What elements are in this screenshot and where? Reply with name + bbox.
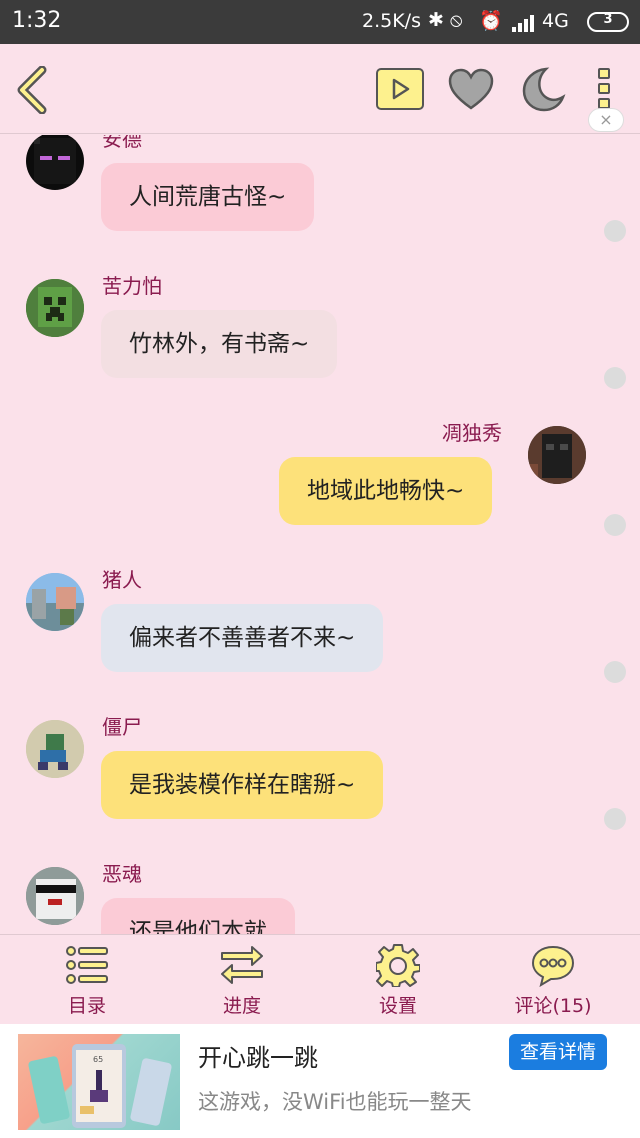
back-arrow-icon	[17, 65, 47, 115]
chat-message: 僵尸 是我装模作样在瞎掰~	[0, 711, 640, 859]
more-icon	[594, 68, 614, 109]
back-button[interactable]	[14, 65, 54, 115]
list-icon	[66, 946, 108, 984]
status-bar: 1:32 2.5K/s ✱ ⦸ ⏰ 4G 3	[0, 0, 640, 44]
mute-icon: ⦸	[450, 9, 463, 31]
chat-message: 苦力怕 竹林外，有书斋~	[0, 270, 640, 418]
sender-name: 恶魂	[102, 862, 142, 886]
heart-icon	[448, 68, 494, 110]
play-icon	[392, 78, 410, 100]
message-bubble[interactable]: 是我装模作样在瞎掰~	[101, 751, 384, 819]
message-indicator-dot	[604, 220, 626, 242]
sender-name: 猪人	[102, 568, 142, 592]
chat-list[interactable]: 安德 人间荒唐古怪~ 苦力怕 竹林外，有书斋~ 凋独秀 地域此地畅快~ 猪人 偏…	[0, 135, 640, 934]
message-indicator-dot	[604, 661, 626, 683]
status-time: 1:32	[12, 8, 62, 33]
chat-message: 恶魂 还是他们本就	[0, 858, 640, 934]
ad-close-button[interactable]: ×	[588, 108, 624, 132]
tab-label: 目录	[67, 995, 106, 1017]
message-bubble[interactable]: 偏来者不善善者不来~	[101, 604, 384, 672]
message-bubble[interactable]: 还是他们本就	[101, 898, 295, 934]
battery-level: 3	[603, 12, 613, 27]
tab-label: 设置	[378, 995, 417, 1017]
ad-description: 这游戏，没WiFi也能玩一整天	[198, 1090, 472, 1114]
chat-message: 安德 人间荒唐古怪~	[0, 135, 640, 271]
message-indicator-dot	[604, 367, 626, 389]
alarm-icon: ⏰	[479, 10, 503, 32]
comment-bubble-icon	[531, 945, 575, 987]
avatar[interactable]	[26, 279, 84, 337]
net-speed: 2.5K/s	[362, 10, 421, 32]
sender-name: 安德	[102, 135, 142, 151]
sender-name: 苦力怕	[102, 274, 162, 298]
signal-icon	[512, 12, 538, 32]
message-bubble[interactable]: 竹林外，有书斋~	[101, 310, 338, 378]
play-button[interactable]	[376, 68, 424, 110]
sender-name: 僵尸	[102, 715, 142, 739]
avatar[interactable]	[26, 720, 84, 778]
avatar[interactable]	[26, 135, 84, 190]
favorite-button[interactable]	[448, 68, 494, 112]
ad-banner[interactable]: 65 开心跳一跳 这游戏，没WiFi也能玩一整天 查看详情	[0, 1024, 640, 1138]
bottom-tab-bar: 目录 进度 设置 评论(15)	[0, 934, 640, 1024]
tab-catalog[interactable]: 目录	[27, 935, 147, 1025]
swap-arrows-icon	[221, 946, 263, 984]
ad-title[interactable]: 开心跳一跳	[198, 1038, 318, 1073]
avatar[interactable]	[26, 867, 84, 925]
ad-image[interactable]: 65	[18, 1034, 180, 1130]
message-indicator-dot	[604, 808, 626, 830]
tab-label: 进度	[222, 995, 261, 1017]
message-bubble[interactable]: 人间荒唐古怪~	[101, 163, 315, 231]
tab-comments[interactable]: 评论(15)	[493, 935, 613, 1025]
night-mode-button[interactable]	[520, 66, 566, 112]
avatar[interactable]	[528, 426, 586, 484]
bluetooth-icon: ✱	[428, 9, 444, 31]
sender-name: 凋独秀	[442, 421, 502, 445]
chat-message: 猪人 偏来者不善善者不来~	[0, 564, 640, 712]
message-indicator-dot	[604, 514, 626, 536]
ad-details-button[interactable]: 查看详情	[509, 1034, 607, 1070]
gear-icon	[376, 944, 420, 987]
ad-image-score: 65	[93, 1055, 103, 1064]
tab-label: 评论(15)	[514, 995, 592, 1017]
more-menu-button[interactable]	[594, 68, 614, 112]
chat-message: 凋独秀 地域此地畅快~	[0, 417, 640, 565]
top-bar	[0, 44, 640, 134]
network-type: 4G	[542, 10, 569, 32]
moon-icon	[522, 67, 566, 112]
tab-settings[interactable]: 设置	[338, 935, 458, 1025]
battery-icon: 3	[587, 12, 629, 32]
tab-progress[interactable]: 进度	[182, 935, 302, 1025]
avatar[interactable]	[26, 573, 84, 631]
message-bubble[interactable]: 地域此地畅快~	[279, 457, 493, 525]
